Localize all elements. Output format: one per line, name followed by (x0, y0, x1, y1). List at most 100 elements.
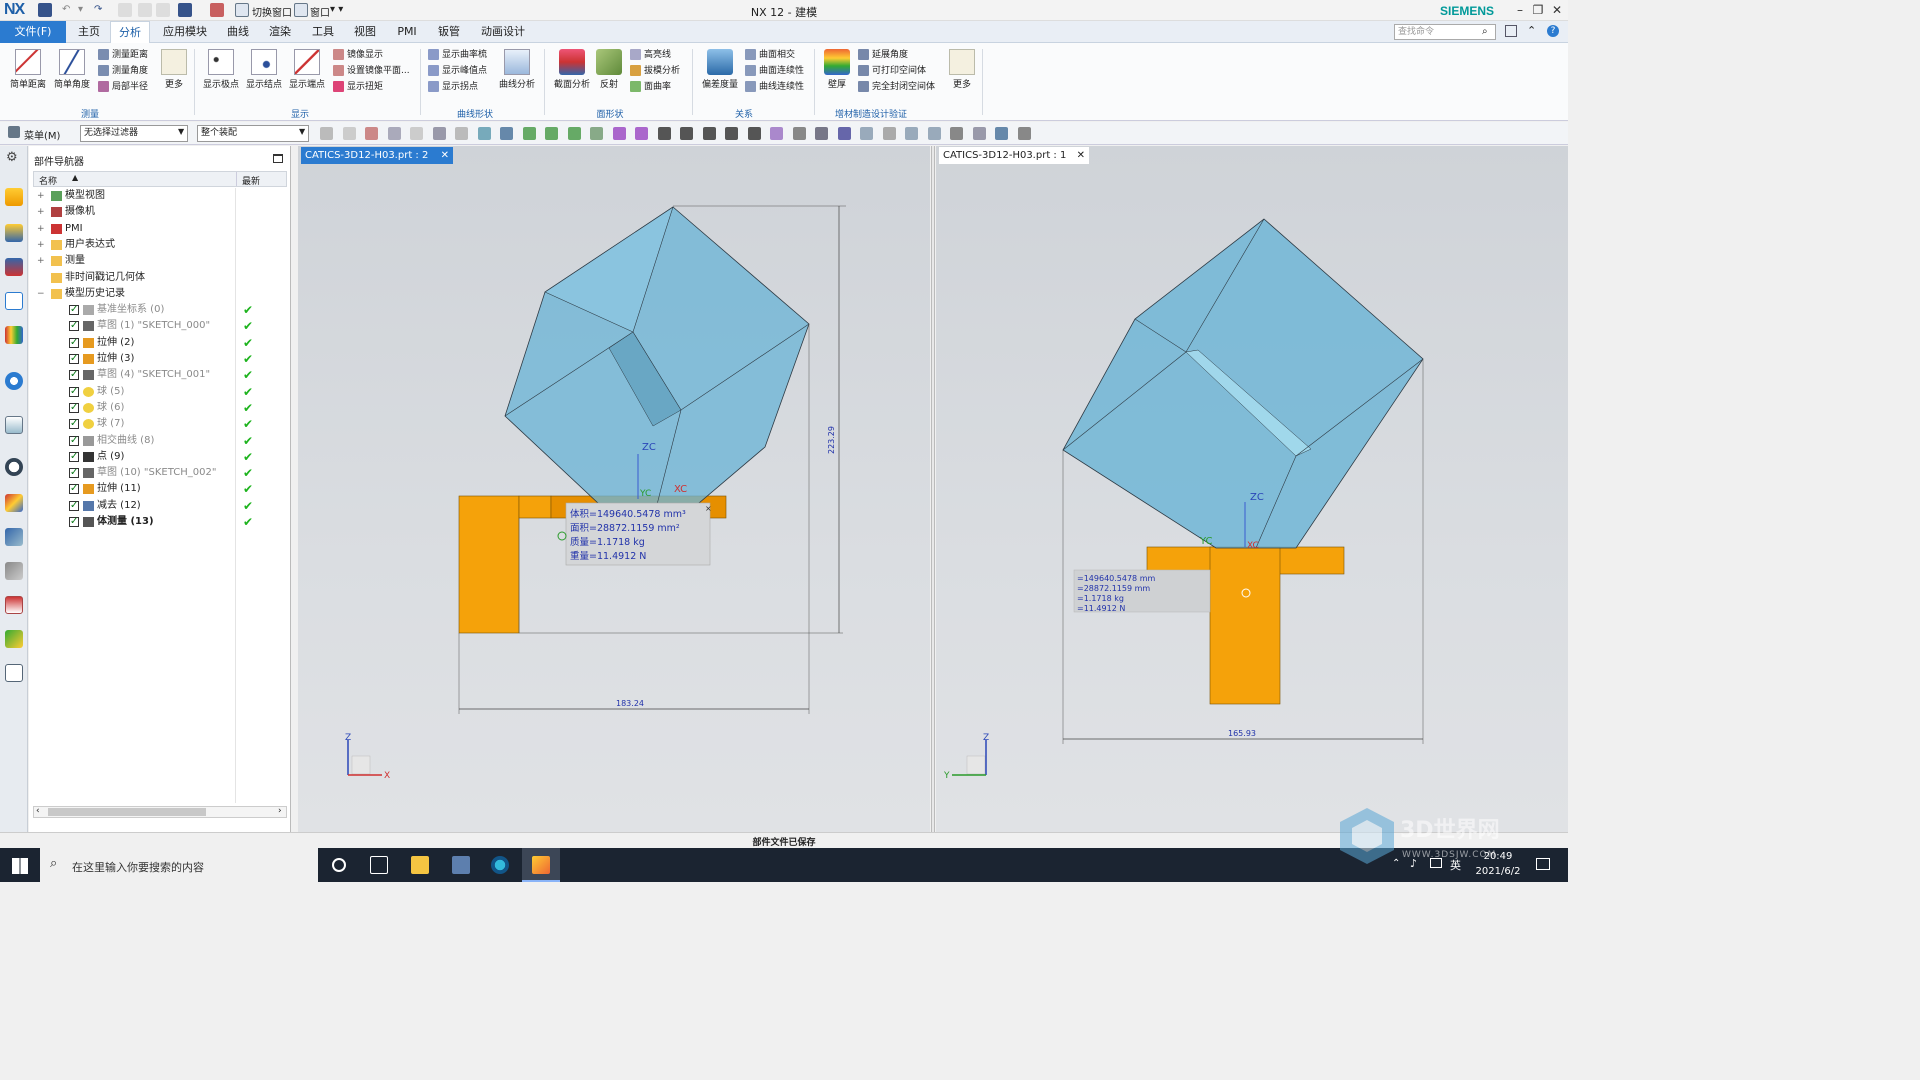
tree-row[interactable]: + 用户表达式 (33, 237, 287, 253)
highlight-lines-button[interactable]: 高亮线 (630, 47, 680, 63)
settings-gear-icon[interactable]: ⚙ (6, 150, 18, 165)
face-curvature-button[interactable]: 面曲率 (630, 79, 680, 95)
toolbar-tool-icon[interactable] (522, 127, 536, 140)
measure-angle-button[interactable]: 测量角度 (98, 63, 148, 79)
expand-toggle-icon[interactable]: − (37, 286, 45, 302)
visibility-checkbox[interactable] (69, 302, 79, 318)
surface-continuity-button[interactable]: 曲面连续性 (745, 63, 804, 79)
tab-render[interactable]: 渲染 (262, 21, 298, 43)
toolbar-tool-icon[interactable] (927, 127, 941, 140)
toolbar-tool-icon[interactable] (500, 127, 513, 140)
visibility-checkbox[interactable] (69, 449, 79, 465)
section-analysis-button[interactable]: 截面分析 (550, 49, 594, 90)
help-icon[interactable]: ? (1547, 25, 1559, 37)
close-tab-icon[interactable]: ✕ (441, 147, 449, 164)
file-menu-button[interactable]: 文件(F) (0, 21, 66, 43)
part-navigator-icon[interactable] (5, 258, 23, 276)
column-latest[interactable]: 最新 (242, 174, 260, 187)
close-tab-icon[interactable]: ✕ (1077, 147, 1085, 164)
wall-thickness-button[interactable]: 壁厚 (820, 49, 854, 90)
toolbar-tool-icon[interactable] (590, 127, 603, 140)
toolbar-tool-icon[interactable] (792, 127, 806, 140)
roles-icon[interactable] (5, 528, 23, 546)
visibility-checkbox[interactable] (69, 481, 79, 497)
toolbar-tool-icon[interactable] (747, 127, 761, 140)
tree-row[interactable]: 球 (6) ✔ (33, 400, 287, 416)
search-icon[interactable]: ⌕ (1482, 26, 1488, 37)
toolbar-tool-icon[interactable] (860, 127, 873, 140)
visibility-checkbox[interactable] (69, 498, 79, 514)
printable-volume-button[interactable]: 可打印空间体 (858, 63, 935, 79)
mirror-display-button[interactable]: 镜像显示 (333, 47, 410, 63)
expand-toggle-icon[interactable]: + (37, 253, 45, 269)
expand-toggle-icon[interactable]: + (37, 237, 45, 253)
reuse-library-icon[interactable] (5, 326, 23, 344)
tab-home[interactable]: 主页 (70, 21, 108, 43)
selection-filter-dropdown[interactable]: 无选择过滤器 (80, 125, 188, 142)
toolbar-tool-icon[interactable] (567, 127, 581, 140)
toolbar-tool-icon[interactable] (815, 127, 828, 140)
tree-row[interactable]: 点 (9) ✔ (33, 449, 287, 465)
close-result-icon[interactable]: × (705, 504, 712, 513)
tree-row[interactable]: 草图 (4) "SKETCH_001" ✔ (33, 367, 287, 383)
measure-distance-button[interactable]: 测量距离 (98, 47, 148, 63)
curvature-comb-button[interactable]: 显示曲率梳 (428, 47, 487, 63)
constraint-navigator-icon[interactable] (5, 224, 23, 242)
toolbar-tool-icon[interactable] (972, 127, 986, 140)
model-view-left[interactable]: ZC YC XC 223.29 183.24 × 体积=149640.5478 … (298, 164, 930, 832)
height-dimension[interactable]: 223.29 (827, 426, 836, 454)
width-dimension[interactable]: 165.93 (1228, 729, 1256, 738)
tree-row[interactable]: 基准坐标系 (0) ✔ (33, 302, 287, 318)
inflection-points-button[interactable]: 显示拐点 (428, 79, 487, 95)
tab-part-view-2[interactable]: CATICS-3D12-H03.prt : 2 ✕ (301, 147, 453, 164)
extension-angle-button[interactable]: 延展角度 (858, 47, 935, 63)
manufacturing-wizard-icon[interactable] (5, 664, 23, 682)
local-radius-button[interactable]: 局部半径 (98, 79, 148, 95)
am-more-button[interactable]: 更多 (946, 49, 978, 90)
toolbar-tool-icon[interactable] (882, 127, 896, 140)
toolbar-tool-icon[interactable] (342, 127, 356, 140)
taskbar-search-box[interactable]: ⌕ 在这里输入你要搜索的内容 (40, 848, 318, 882)
toolbar-tool-icon[interactable] (477, 127, 491, 140)
tree-row[interactable]: 拉伸 (3) ✔ (33, 351, 287, 367)
toolbar-tool-icon[interactable] (995, 127, 1008, 140)
toolbar-tool-icon[interactable] (1017, 127, 1031, 140)
column-name[interactable]: 名称 (39, 174, 57, 187)
sort-ascending-icon[interactable]: ▲ (72, 173, 78, 182)
visibility-checkbox[interactable] (69, 514, 79, 530)
tree-row[interactable]: 拉伸 (2) ✔ (33, 335, 287, 351)
tree-row[interactable]: + 模型视图 (33, 188, 287, 204)
toolbar-tool-icon[interactable] (837, 127, 851, 140)
enclosed-volume-button[interactable]: 完全封闭空间体 (858, 79, 935, 95)
viewport-splitter[interactable] (931, 146, 935, 832)
tree-row[interactable]: 非时间戳记几何体 (33, 270, 287, 286)
restore-icon[interactable]: ❐ (1530, 2, 1546, 18)
toolbar-tool-icon[interactable] (635, 127, 648, 140)
task-view-icon[interactable] (370, 856, 388, 874)
toolbar-tool-icon[interactable] (702, 127, 716, 140)
tab-sheet-metal[interactable]: 钣管 (431, 21, 467, 43)
tree-row[interactable]: 体测量 (13) ✔ (33, 514, 287, 530)
visibility-checkbox[interactable] (69, 433, 79, 449)
edge-browser-icon[interactable] (491, 856, 509, 874)
model-view-right[interactable]: ZC YC XC 165.93 =149640.5478 mm =28872.1… (936, 164, 1568, 832)
notification-icon[interactable] (1536, 858, 1550, 870)
nx-taskbar-button[interactable] (522, 848, 560, 882)
hd3d-tools-icon[interactable] (5, 372, 23, 390)
toolbar-tool-icon[interactable] (950, 127, 963, 140)
minimize-icon[interactable]: – (1512, 2, 1528, 18)
mail-icon[interactable] (452, 856, 470, 874)
command-search-input[interactable]: 查找命令 (1394, 24, 1496, 40)
visibility-checkbox[interactable] (69, 335, 79, 351)
expand-toggle-icon[interactable]: + (37, 204, 45, 220)
history-clock-icon[interactable] (5, 458, 23, 476)
expand-toggle-icon[interactable]: + (37, 221, 45, 237)
scrollbar-thumb[interactable] (48, 808, 206, 816)
reflection-button[interactable]: 反射 (594, 49, 624, 90)
show-poles-button[interactable]: 显示极点 (200, 49, 242, 90)
show-knots-button[interactable]: 显示结点 (243, 49, 285, 90)
tab-curve[interactable]: 曲线 (220, 21, 256, 43)
tree-row[interactable]: 拉伸 (11) ✔ (33, 481, 287, 497)
tree-row[interactable]: 减去 (12) ✔ (33, 498, 287, 514)
curve-analysis-button[interactable]: 曲线分析 (496, 49, 538, 90)
